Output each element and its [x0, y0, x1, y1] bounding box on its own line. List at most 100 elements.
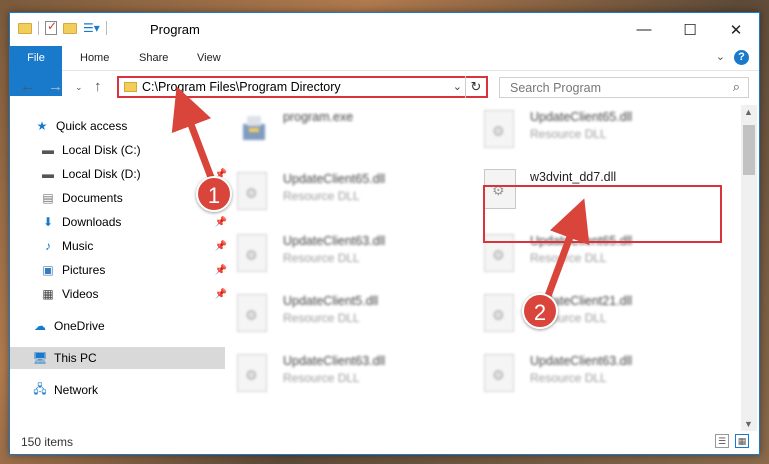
file-type: Resource DLL: [283, 251, 360, 265]
file-name: program.exe: [283, 110, 354, 124]
sidebar-item-local-disk-c[interactable]: ▬ Local Disk (C:): [10, 139, 233, 161]
drive-icon: ▬: [42, 167, 54, 181]
sidebar-item-label: Music: [62, 239, 94, 253]
file-item-program-exe[interactable]: program.exe: [227, 105, 457, 155]
file-type: Resource DLL: [530, 251, 607, 265]
sidebar-item-label: Downloads: [62, 215, 122, 229]
ribbon-tabs: File Home Share View ⌄ ?: [10, 46, 759, 96]
music-icon: ♪: [45, 239, 51, 253]
file-list: program.exe UpdateClient65.dll Resource …: [207, 105, 739, 425]
scroll-down-icon[interactable]: ▼: [744, 419, 753, 429]
sidebar-item-label: Documents: [62, 191, 123, 205]
dll-file-icon: [237, 294, 267, 332]
sidebar-item-downloads[interactable]: ⬇ Downloads 📌: [10, 211, 233, 233]
scrollbar-thumb[interactable]: [743, 125, 755, 175]
tab-view[interactable]: View: [185, 46, 233, 70]
folder-icon: [124, 82, 137, 92]
tab-home[interactable]: Home: [68, 46, 121, 70]
sidebar-item-label: OneDrive: [54, 319, 105, 333]
file-name: UpdateClient63.dll: [530, 354, 633, 368]
drive-icon: ▬: [42, 143, 54, 157]
sidebar-item-music[interactable]: ♪ Music 📌: [10, 235, 233, 257]
sidebar-item-quick-access[interactable]: ★ Quick access: [10, 115, 227, 137]
network-icon: 🖧: [33, 381, 47, 396]
sidebar-item-label: This PC: [54, 351, 97, 365]
expand-ribbon-icon[interactable]: ⌄: [716, 50, 725, 63]
chevron-down-icon[interactable]: ⌄: [453, 80, 462, 93]
forward-icon[interactable]: →: [48, 78, 63, 95]
sidebar-item-videos[interactable]: ▦ Videos 📌: [10, 283, 233, 305]
file-item[interactable]: UpdateClient63.dll Resource DLL: [227, 349, 457, 399]
sidebar-item-onedrive[interactable]: ☁ OneDrive: [10, 315, 225, 337]
item-count: 150 items: [21, 435, 74, 449]
refresh-icon[interactable]: ↻: [465, 76, 486, 98]
maximize-button[interactable]: ☐: [667, 13, 713, 46]
dll-file-icon: [484, 354, 514, 392]
dll-file-icon: [237, 354, 267, 392]
address-row: ← → ⌄ ↑ C:\Program Files\Program Directo…: [10, 71, 759, 103]
file-name: UpdateClient65.dll: [530, 110, 633, 124]
title-bar: ☰▾ Program — ☐ ✕: [10, 13, 759, 46]
download-icon: ⬇: [42, 215, 54, 229]
application-icon: [243, 116, 265, 140]
customize-toolbar-icon[interactable]: ☰▾: [83, 21, 100, 35]
minimize-button[interactable]: —: [621, 13, 667, 46]
target-file-highlight: [483, 185, 722, 243]
close-button[interactable]: ✕: [713, 13, 759, 46]
back-icon[interactable]: ←: [20, 78, 35, 95]
dll-file-icon: [484, 294, 514, 332]
file-item[interactable]: UpdateClient21.dll Resource DLL: [474, 289, 704, 339]
file-type: Resource DLL: [283, 311, 360, 325]
separator: [38, 21, 39, 35]
file-name: w3dvint_dd7.dll: [530, 170, 617, 184]
sidebar-item-network[interactable]: 🖧 Network: [10, 379, 225, 401]
step-badge-2: 2: [522, 293, 558, 329]
file-name: UpdateClient63.dll: [283, 354, 386, 368]
up-icon[interactable]: ↑: [94, 78, 102, 95]
file-type: Resource DLL: [530, 127, 607, 141]
documents-icon: ▤: [42, 191, 54, 205]
file-item[interactable]: UpdateClient63.dll Resource DLL: [227, 229, 457, 279]
address-bar[interactable]: C:\Program Files\Program Directory ⌄ ↻: [117, 76, 488, 98]
sidebar-item-label: Local Disk (D:): [62, 167, 141, 181]
search-icon[interactable]: ⌕: [733, 79, 740, 95]
file-name: UpdateClient65.dll: [283, 172, 386, 186]
dll-file-icon: [237, 172, 267, 210]
pictures-icon: ▣: [42, 263, 54, 277]
computer-icon: 🖥: [32, 351, 48, 365]
help-icon[interactable]: ?: [734, 50, 749, 65]
properties-icon[interactable]: [45, 19, 57, 35]
sidebar-item-label: Local Disk (C:): [62, 143, 141, 157]
sidebar-item-this-pc[interactable]: 🖥 This PC: [10, 347, 225, 369]
search-box[interactable]: ⌕: [499, 77, 749, 98]
status-bar: 150 items ☰ ▦: [10, 430, 759, 454]
sidebar-item-label: Network: [54, 383, 99, 397]
large-icons-view-icon[interactable]: ▦: [735, 434, 749, 448]
file-name: UpdateClient63.dll: [283, 234, 386, 248]
dll-file-icon: [484, 110, 514, 148]
vertical-scrollbar[interactable]: ▲ ▼: [741, 105, 757, 431]
new-folder-icon[interactable]: [63, 22, 77, 34]
file-item[interactable]: UpdateClient5.dll Resource DLL: [227, 289, 457, 339]
search-input[interactable]: [508, 80, 712, 96]
sidebar-item-label: Quick access: [56, 119, 128, 133]
recent-locations-icon[interactable]: ⌄: [75, 82, 83, 93]
folder-icon: [18, 22, 32, 34]
tab-share[interactable]: Share: [127, 46, 180, 70]
file-type: Resource DLL: [530, 371, 607, 385]
star-icon: ★: [36, 119, 48, 133]
details-view-icon[interactable]: ☰: [715, 434, 729, 448]
sidebar-item-label: Videos: [62, 287, 99, 301]
file-type: Resource DLL: [283, 189, 360, 203]
file-name: UpdateClient5.dll: [283, 294, 379, 308]
scroll-up-icon[interactable]: ▲: [744, 107, 753, 117]
file-item[interactable]: UpdateClient63.dll Resource DLL: [474, 349, 704, 399]
sidebar-item-pictures[interactable]: ▣ Pictures 📌: [10, 259, 233, 281]
address-path[interactable]: C:\Program Files\Program Directory: [142, 80, 341, 94]
file-item[interactable]: UpdateClient65.dll Resource DLL: [474, 105, 704, 155]
cloud-icon: ☁: [34, 319, 46, 333]
separator: [105, 21, 107, 35]
file-item[interactable]: UpdateClient65.dll Resource DLL: [227, 167, 457, 217]
file-type: Resource DLL: [283, 371, 360, 385]
navigation-pane: ★ Quick access ▬ Local Disk (C:) ▬ Local…: [10, 111, 227, 429]
